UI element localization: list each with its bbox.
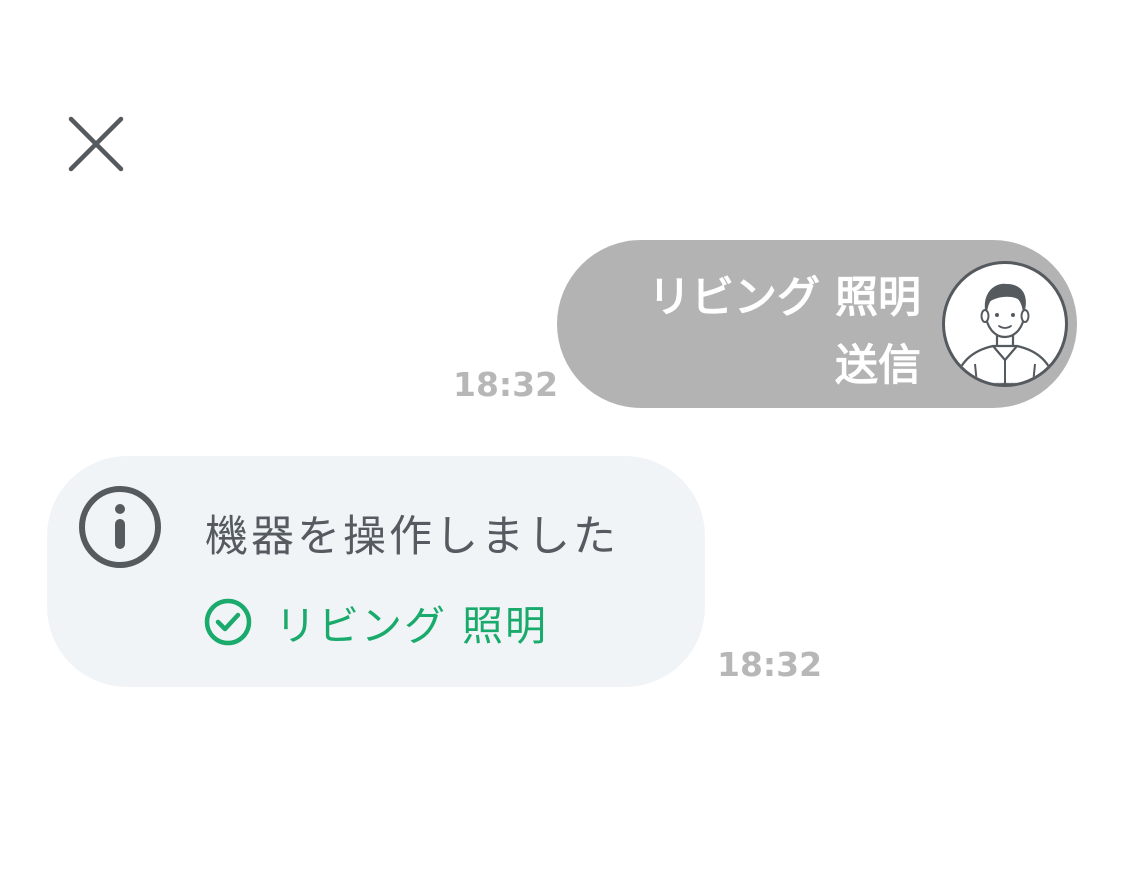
sent-message-line1: リビング 照明: [648, 273, 921, 323]
close-icon[interactable]: [66, 114, 126, 174]
user-avatar-icon: [942, 261, 1068, 387]
info-icon: [77, 484, 163, 570]
sent-message-line2: 送信: [835, 341, 921, 391]
sent-message-bubble: リビング 照明 送信: [557, 240, 1077, 408]
received-message-title: 機器を操作しました: [205, 512, 619, 562]
sent-message-timestamp: 18:32: [453, 365, 559, 404]
received-message-timestamp: 18:32: [717, 645, 823, 684]
device-status-row: リビング 照明: [203, 594, 548, 650]
check-circle-icon: [203, 597, 253, 647]
sent-message-text: リビング 照明 送信: [648, 264, 921, 400]
received-message-bubble: 機器を操作しました リビング 照明: [47, 456, 705, 687]
close-button[interactable]: [66, 114, 126, 174]
device-label: リビング 照明: [275, 602, 549, 650]
